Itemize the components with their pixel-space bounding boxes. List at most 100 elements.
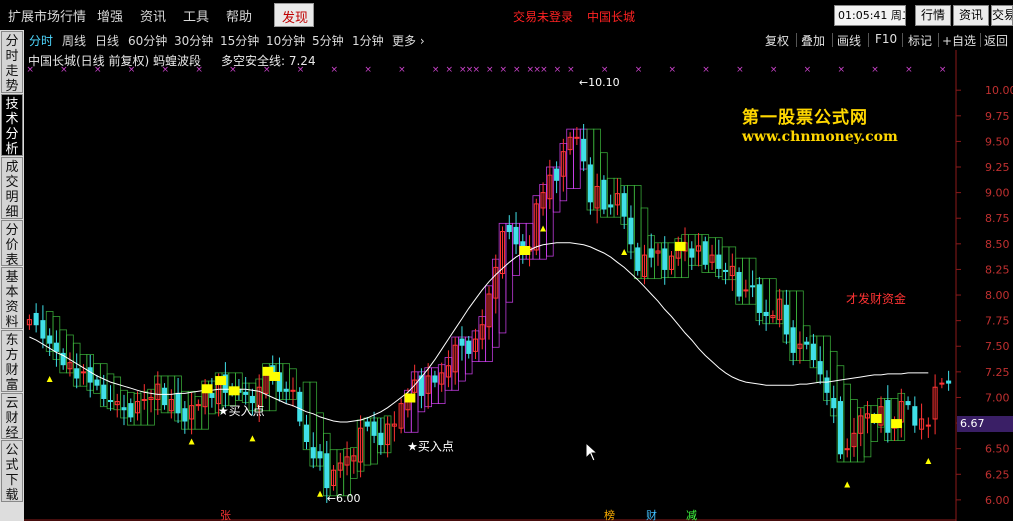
- signal-triangle: [249, 435, 256, 442]
- candle-body: [506, 224, 512, 233]
- candle-body: [587, 164, 593, 203]
- toolbar-divider: [832, 33, 833, 47]
- y-tick-label: 9.00: [985, 187, 1010, 200]
- top-signal-mark: ×: [601, 65, 609, 75]
- bottom-event-marker: 榜: [604, 508, 615, 521]
- menu-discover[interactable]: 发现: [274, 3, 314, 27]
- period-toolbar: 分时 周线 日线 60分钟 30分钟 15分钟 10分钟 5分钟 1分钟 更多 …: [24, 30, 1013, 50]
- candle-body: [310, 447, 316, 459]
- trade-button[interactable]: 交易: [991, 5, 1013, 26]
- top-signal-mark: ×: [540, 65, 548, 75]
- signal-triangle: [46, 376, 53, 383]
- signal-block: [269, 371, 281, 381]
- window-stock-name: 中国长城: [587, 10, 636, 24]
- back-button[interactable]: 返回: [984, 32, 1008, 49]
- top-signal-mark: ×: [567, 65, 575, 75]
- period-daily[interactable]: 日线: [95, 32, 119, 49]
- top-signal-mark: ×: [486, 65, 494, 75]
- overlay-button[interactable]: 叠加: [801, 32, 825, 49]
- period-60min[interactable]: 60分钟: [128, 32, 167, 49]
- top-signal-mark: ×: [668, 65, 676, 75]
- y-tick-label: 8.25: [985, 263, 1010, 276]
- period-10min[interactable]: 10分钟: [266, 32, 305, 49]
- candle-body: [716, 254, 722, 269]
- period-15min[interactable]: 15分钟: [220, 32, 259, 49]
- candle-body: [608, 204, 614, 208]
- tab-yuncaijing[interactable]: 云财经: [1, 393, 23, 439]
- tab-trade-details[interactable]: 成交明细: [1, 157, 23, 219]
- candle-body: [371, 421, 377, 436]
- period-1min[interactable]: 1分钟: [352, 32, 384, 49]
- top-signal-mark: ×: [513, 65, 521, 75]
- period-more[interactable]: 更多 ›: [392, 32, 425, 49]
- period-5min[interactable]: 5分钟: [312, 32, 344, 49]
- y-tick-label: 6.25: [985, 468, 1010, 481]
- tab-technical-analysis[interactable]: 技术分析: [1, 94, 23, 156]
- mark-button[interactable]: 标记: [908, 32, 932, 49]
- menu-news[interactable]: 资讯: [140, 6, 166, 25]
- bottom-event-marker: 张: [220, 509, 231, 521]
- candle-body: [182, 408, 188, 422]
- tab-price-volume[interactable]: 分价表: [1, 220, 23, 266]
- candle-body: [581, 138, 587, 162]
- candle-body: [175, 392, 181, 414]
- candle-body: [162, 387, 168, 406]
- candle-body: [574, 136, 580, 139]
- signal-block: [674, 241, 686, 251]
- tab-fundamentals[interactable]: 基本资料: [1, 267, 23, 329]
- period-weekly[interactable]: 周线: [62, 32, 86, 49]
- top-signal-mark: ×: [398, 65, 406, 75]
- candle-body: [317, 451, 323, 459]
- tab-eastmoney[interactable]: 东方财富: [1, 330, 23, 392]
- candle-body: [628, 217, 634, 245]
- signal-triangle: [844, 481, 851, 488]
- candle-body: [324, 453, 330, 489]
- menu-help[interactable]: 帮助: [226, 6, 252, 25]
- candle-body: [459, 338, 465, 346]
- candle-body: [810, 343, 816, 361]
- safe-line-readout: 多空安全线: 7.24: [221, 54, 316, 68]
- signal-block: [228, 386, 240, 396]
- top-signal-mark: ×: [364, 65, 372, 75]
- candle-body: [817, 361, 823, 375]
- tab-formula-download[interactable]: 公式下载: [1, 440, 23, 502]
- draw-line-button[interactable]: 画线: [837, 32, 861, 49]
- y-tick-label: 9.25: [985, 161, 1010, 174]
- top-signal-mark: ×: [905, 65, 913, 75]
- market-button[interactable]: 行情: [915, 5, 951, 26]
- menu-discover-label: 发现: [282, 11, 309, 26]
- adjust-button[interactable]: 复权: [765, 32, 789, 49]
- period-intraday[interactable]: 分时: [29, 32, 53, 49]
- menu-extended-market[interactable]: 扩展市场行情: [8, 6, 86, 25]
- candle-body: [466, 340, 472, 354]
- top-signal-mark: ×: [635, 65, 643, 75]
- candle-body: [750, 285, 756, 288]
- candle-body: [209, 392, 215, 398]
- candle-body: [128, 403, 134, 418]
- signal-triangle: [317, 490, 324, 497]
- candle-body: [87, 367, 93, 383]
- period-30min[interactable]: 30分钟: [174, 32, 213, 49]
- y-tick-label: 8.50: [985, 238, 1010, 251]
- capital-annotation: 才发财资金: [846, 291, 906, 306]
- add-watchlist-button[interactable]: +自选: [942, 32, 976, 49]
- candle-body: [621, 193, 627, 217]
- candle-body: [635, 247, 641, 271]
- info-button[interactable]: 资讯: [953, 5, 989, 26]
- f10-button[interactable]: F10: [875, 32, 897, 46]
- top-signal-mark: ×: [736, 65, 744, 75]
- y-tick-label: 10.00: [985, 84, 1013, 97]
- top-signal-mark: ×: [432, 65, 440, 75]
- signal-triangle: [188, 438, 195, 445]
- candle-body: [736, 272, 742, 297]
- top-signal-mark: ×: [837, 65, 845, 75]
- toolbar-divider: [938, 33, 939, 47]
- top-signal-mark: ×: [702, 65, 710, 75]
- candle-body: [662, 248, 668, 270]
- tab-intraday[interactable]: 分时走势: [1, 31, 23, 93]
- signal-triangle: [621, 249, 628, 256]
- y-tick-label: 6.00: [985, 494, 1010, 507]
- candle-body: [723, 269, 729, 272]
- menu-tools[interactable]: 工具: [183, 6, 209, 25]
- menu-enhance[interactable]: 增强: [97, 6, 123, 25]
